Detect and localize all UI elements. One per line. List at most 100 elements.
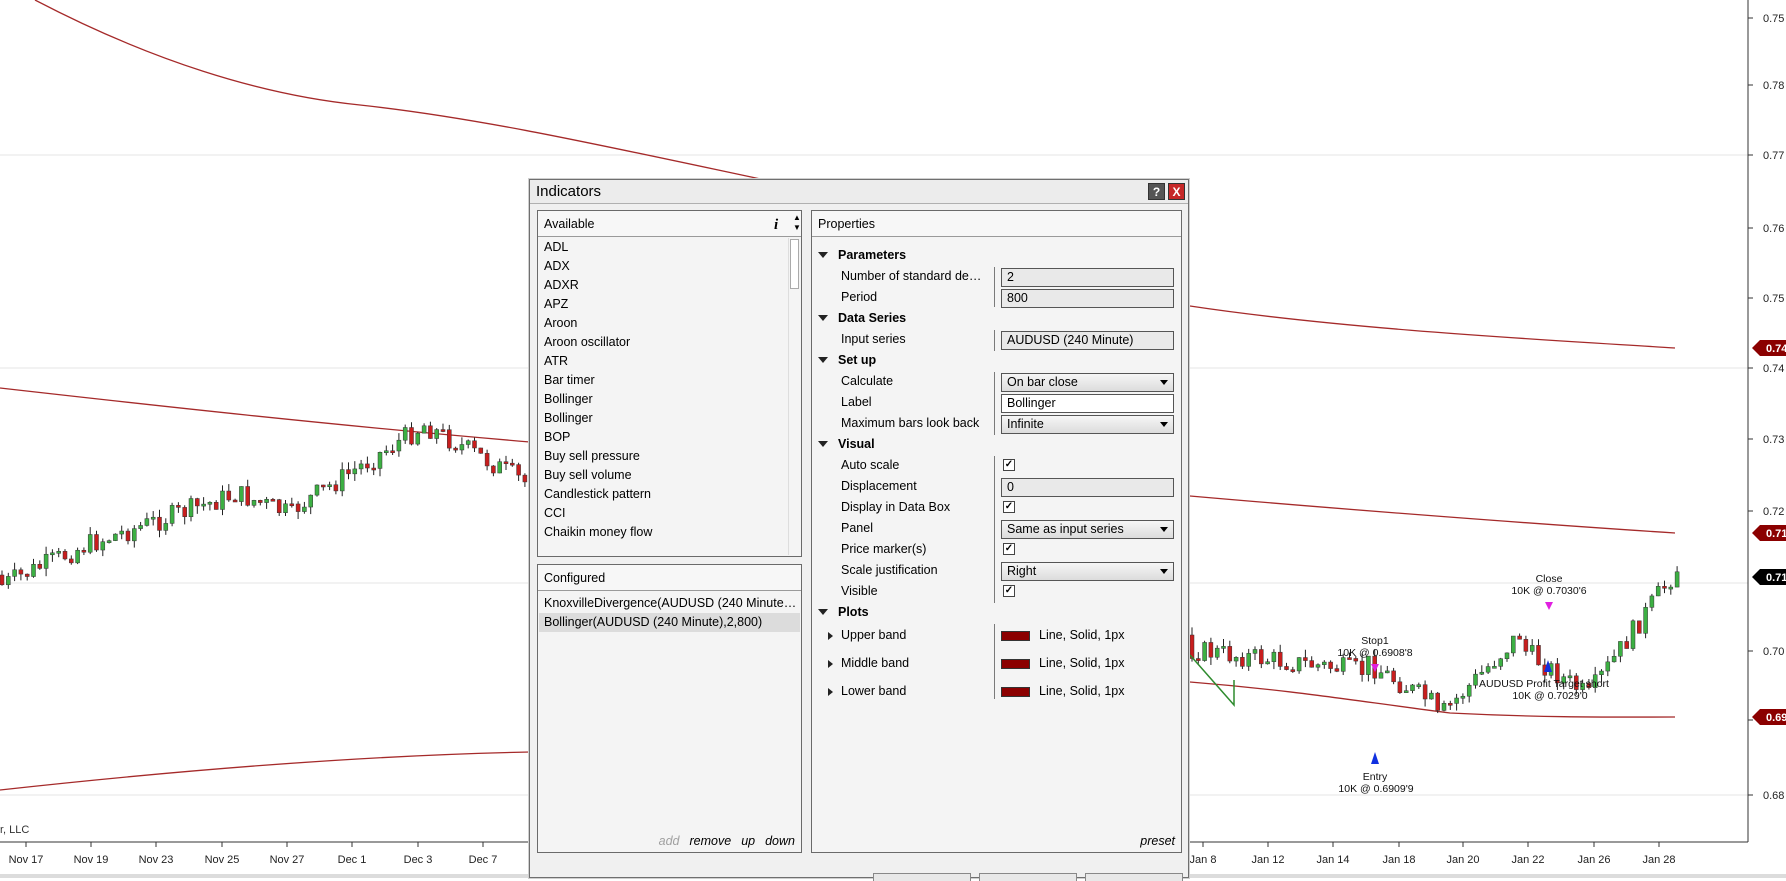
max-bars-select[interactable]: Infinite xyxy=(1001,415,1174,434)
configured-item-bollinger[interactable]: Bollinger(AUDUSD (240 Minute),2,800) xyxy=(539,613,800,632)
expand-icon[interactable] xyxy=(828,660,833,668)
apply-button[interactable] xyxy=(1085,873,1183,881)
available-item[interactable]: Bar timer xyxy=(539,371,787,390)
available-item[interactable]: Buy sell volume xyxy=(539,466,787,485)
band-line xyxy=(0,751,531,791)
configured-item-knoxville[interactable]: KnoxvilleDivergence(AUDUSD (240 Minute),… xyxy=(539,594,800,613)
candle-body xyxy=(24,573,30,577)
candle-body xyxy=(169,505,175,524)
candle-body xyxy=(12,569,17,577)
lower-band-color-swatch[interactable] xyxy=(1001,687,1030,697)
available-item[interactable]: ADL xyxy=(539,238,787,257)
candle-body xyxy=(516,464,521,476)
candle-body xyxy=(415,432,421,445)
available-scrollbar[interactable] xyxy=(788,238,800,555)
expand-icon[interactable] xyxy=(828,688,833,696)
candle-body xyxy=(213,501,219,510)
section-plots[interactable]: Plots xyxy=(818,605,869,619)
price-marker-checkbox[interactable]: ✓ xyxy=(1003,543,1015,555)
auto-scale-checkbox[interactable]: ✓ xyxy=(1003,459,1015,471)
candle-body xyxy=(1618,641,1623,657)
candle-body xyxy=(1397,681,1403,693)
std-dev-input[interactable]: 2 xyxy=(1001,268,1174,287)
candle-body xyxy=(1655,586,1661,597)
help-button[interactable]: ? xyxy=(1148,183,1165,200)
displacement-input[interactable]: 0 xyxy=(1001,478,1174,497)
section-parameters[interactable]: Parameters xyxy=(818,248,906,262)
data-box-checkbox[interactable]: ✓ xyxy=(1003,501,1015,513)
up-button[interactable]: up xyxy=(741,834,755,848)
candle-body xyxy=(1322,661,1327,665)
middle-band-style[interactable]: Line, Solid, 1px xyxy=(1039,656,1124,670)
period-input[interactable]: 800 xyxy=(1001,289,1174,308)
candle-body xyxy=(50,552,55,556)
price-axis[interactable]: 0.75 0.78 0.77 0.76 0.75 0.74 0.73 0.72 0.70 0.69… xyxy=(1747,0,1786,842)
preset-button[interactable]: preset xyxy=(1140,834,1175,848)
candle-body xyxy=(182,507,187,517)
candle-body xyxy=(1435,692,1440,711)
section-visual[interactable]: Visual xyxy=(818,437,875,451)
label-input[interactable]: Bollinger xyxy=(1001,394,1174,413)
available-item[interactable]: Candlestick pattern xyxy=(539,485,787,504)
available-item[interactable]: ATR xyxy=(539,352,787,371)
expand-icon[interactable] xyxy=(828,632,833,640)
visible-checkbox[interactable]: ✓ xyxy=(1003,585,1015,597)
section-setup[interactable]: Set up xyxy=(818,353,876,367)
candle-body xyxy=(132,528,137,542)
scrollbar-thumb[interactable] xyxy=(790,239,799,289)
close-button[interactable]: X xyxy=(1168,183,1185,200)
calculate-select[interactable]: On bar close xyxy=(1001,373,1174,392)
add-button[interactable]: add xyxy=(659,834,680,848)
column-separator xyxy=(994,456,995,603)
candle-body xyxy=(447,429,452,449)
entry-annotation-title: Entry xyxy=(1363,771,1388,783)
available-item[interactable]: Bollinger xyxy=(539,409,787,428)
upper-band-color-swatch[interactable] xyxy=(1001,631,1030,641)
upper-band-style[interactable]: Line, Solid, 1px xyxy=(1039,628,1124,642)
section-data-series-label: Data Series xyxy=(838,311,907,325)
scale-justification-select[interactable]: Right xyxy=(1001,562,1174,581)
available-item[interactable]: Aroon xyxy=(539,314,787,333)
remove-button[interactable]: remove xyxy=(690,834,732,848)
candle-body xyxy=(226,490,232,501)
configured-panel: Configured KnoxvilleDivergence(AUDUSD (2… xyxy=(537,564,802,853)
collapse-icon[interactable] xyxy=(818,441,828,447)
section-setup-label: Set up xyxy=(838,353,877,367)
collapse-icon[interactable] xyxy=(818,609,828,615)
available-item[interactable]: APZ xyxy=(539,295,787,314)
collapse-icon[interactable] xyxy=(818,315,828,321)
target-annotation-detail: 10K @ 0.7029'0 xyxy=(1512,690,1587,702)
available-item[interactable]: Aroon oscillator xyxy=(539,333,787,352)
close-annotation-detail: 10K @ 0.7030'6 xyxy=(1511,585,1586,597)
candle-body xyxy=(1227,646,1233,662)
dialog-titlebar[interactable]: Indicators ? X xyxy=(530,180,1188,204)
input-series-field[interactable]: AUDUSD (240 Minute) xyxy=(1001,331,1174,350)
candle-body xyxy=(113,533,118,541)
entry-arrow-icon xyxy=(1371,752,1379,764)
lower-band-style[interactable]: Line, Solid, 1px xyxy=(1039,684,1124,698)
available-item[interactable]: Chaikin money flow xyxy=(539,523,787,542)
middle-band-color-swatch[interactable] xyxy=(1001,659,1030,669)
date-label: Dec 7 xyxy=(469,854,498,866)
available-item[interactable]: Buy sell pressure xyxy=(539,447,787,466)
cancel-button[interactable] xyxy=(979,873,1077,881)
sort-spinner[interactable]: ▲ ▼ xyxy=(792,213,802,233)
collapse-icon[interactable] xyxy=(818,252,828,258)
candle-body xyxy=(1208,642,1214,658)
down-button[interactable]: down xyxy=(765,834,795,848)
available-item[interactable]: Bollinger xyxy=(539,390,787,409)
candle-body xyxy=(396,439,402,452)
available-item[interactable]: BOP xyxy=(539,428,787,447)
candle-body xyxy=(176,505,181,508)
section-data-series[interactable]: Data Series xyxy=(818,311,906,325)
panel-select[interactable]: Same as input series xyxy=(1001,520,1174,539)
available-item[interactable]: ADXR xyxy=(539,276,787,295)
collapse-icon[interactable] xyxy=(818,357,828,363)
available-item[interactable]: ADX xyxy=(539,257,787,276)
available-item[interactable]: CCI xyxy=(539,504,787,523)
chevron-down-icon[interactable]: ▼ xyxy=(792,223,802,233)
info-icon[interactable]: i xyxy=(774,217,778,234)
ok-button[interactable] xyxy=(873,873,971,881)
chevron-up-icon[interactable]: ▲ xyxy=(792,213,802,223)
candle-body xyxy=(1309,660,1314,668)
